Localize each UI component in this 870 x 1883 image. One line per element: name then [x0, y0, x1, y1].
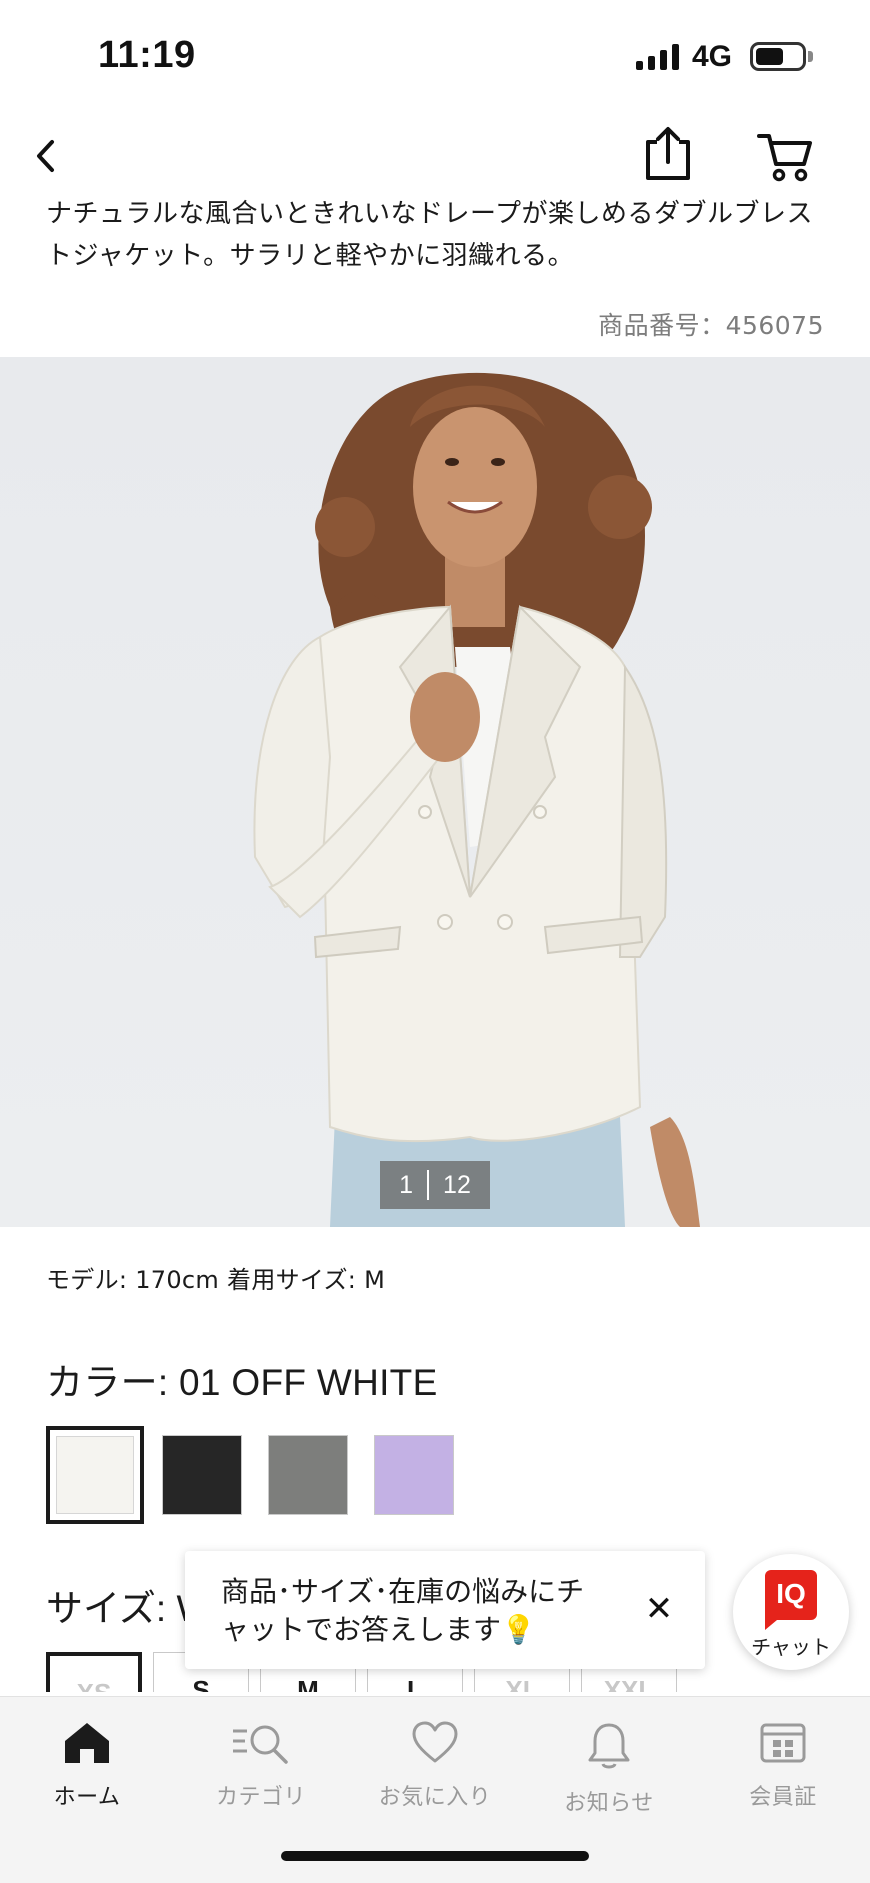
chat-tooltip-line-1: 商品･サイズ･在庫の悩みにチ: [221, 1575, 585, 1608]
chat-tooltip-line-2: ャットでお答えします💡: [221, 1613, 536, 1646]
tab-category-label: カテゴリ: [215, 1785, 306, 1810]
color-swatch-black[interactable]: [162, 1435, 242, 1515]
network-type: 4G: [692, 40, 733, 73]
tab-membership-label: 会員証: [749, 1785, 817, 1810]
tab-membership[interactable]: 会員証: [696, 1721, 870, 1811]
navigation-bar: [0, 120, 870, 190]
iq-chat-label: チャット: [751, 1635, 831, 1659]
cart-icon: [757, 134, 812, 182]
tab-favorites[interactable]: お気に入り: [348, 1721, 522, 1811]
cart-button[interactable]: [756, 128, 814, 184]
model-info: モデル: 170cm 着用サイズ: M: [46, 1266, 386, 1294]
back-button[interactable]: [20, 130, 72, 182]
tab-category[interactable]: カテゴリ: [174, 1721, 348, 1811]
image-counter-current: 1: [399, 1170, 414, 1199]
product-number: 商品番号：456075: [598, 311, 824, 340]
chevron-left-icon: [37, 140, 54, 172]
heart-icon: [412, 1721, 458, 1763]
signal-icon: [636, 44, 679, 70]
close-icon[interactable]: ✕: [635, 1585, 683, 1633]
tab-notifications-label: お知らせ: [564, 1791, 654, 1816]
bell-icon: [588, 1723, 630, 1769]
product-description: ナチュラルな風合いときれいなドレープが楽しめるダブルブレストジャケット。サラリと…: [46, 199, 813, 271]
color-swatch-gray[interactable]: [268, 1435, 348, 1515]
member-card-icon: [760, 1723, 806, 1763]
model-illustration: [253, 372, 700, 1227]
tab-favorites-label: お気に入り: [378, 1785, 492, 1810]
image-counter-separator: [427, 1170, 430, 1200]
home-icon: [65, 1723, 109, 1763]
status-bar: 11:19 4G: [0, 0, 870, 110]
size-option-xs[interactable]: XS: [46, 1652, 142, 1692]
category-search-icon: [233, 1725, 288, 1764]
chat-tooltip[interactable]: 商品･サイズ･在庫の悩みにチ ャットでお答えします💡 ✕: [185, 1551, 705, 1669]
share-icon: [646, 127, 690, 180]
iq-badge-icon: IQ: [765, 1570, 817, 1630]
iq-chat-button[interactable]: IQ チャット: [733, 1554, 849, 1670]
status-time: 11:19: [98, 34, 196, 76]
image-counter-total: 12: [443, 1170, 471, 1199]
tab-home[interactable]: ホーム: [0, 1721, 174, 1811]
share-button[interactable]: [640, 124, 696, 184]
product-image[interactable]: [0, 357, 870, 1227]
tab-notifications[interactable]: お知らせ: [522, 1721, 696, 1817]
color-swatch-off-white[interactable]: [46, 1426, 144, 1524]
tab-home-label: ホーム: [53, 1785, 121, 1810]
color-label: カラー: 01 OFF WHITE: [46, 1362, 438, 1403]
chat-tooltip-text: 商品･サイズ･在庫の悩みにチ ャットでお答えします💡: [221, 1573, 621, 1649]
battery-cap: [808, 51, 813, 62]
battery-icon: [750, 42, 806, 71]
color-swatch-fill: [56, 1436, 134, 1514]
image-counter: 1 12: [380, 1161, 490, 1209]
home-indicator: [281, 1851, 589, 1861]
color-swatch-purple[interactable]: [374, 1435, 454, 1515]
